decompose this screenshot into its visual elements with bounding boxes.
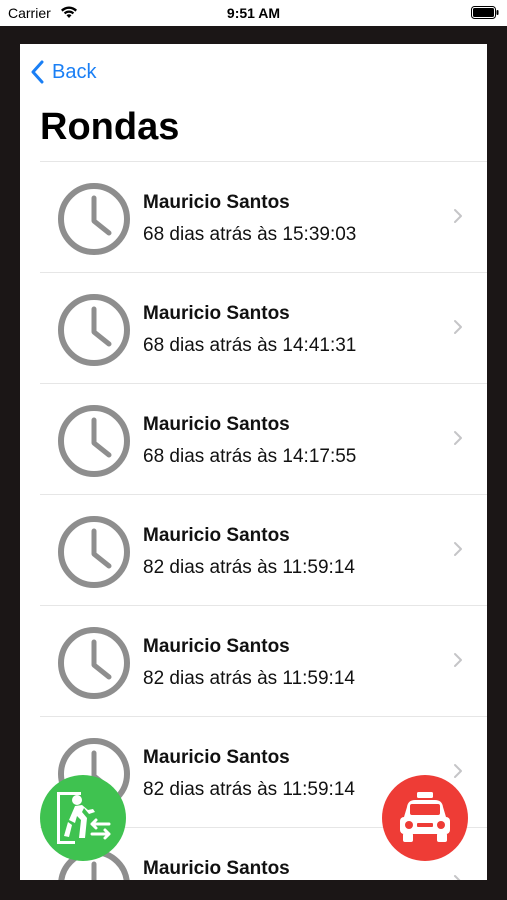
back-button[interactable]: Back	[30, 58, 96, 86]
list-item[interactable]: Mauricio Santos 82 dias atrás às 11:59:1…	[40, 495, 487, 606]
chevron-right-icon	[454, 431, 462, 445]
list-item[interactable]: Mauricio Santos 68 dias atrás às 14:17:5…	[40, 384, 487, 495]
clock-icon	[58, 516, 130, 588]
clock-icon	[58, 183, 130, 255]
row-name: Mauricio Santos	[143, 858, 290, 879]
exit-button[interactable]	[40, 775, 126, 861]
chevron-right-icon	[454, 209, 462, 223]
row-timestamp: 82 dias atrás às 11:59:14	[143, 779, 355, 800]
chevron-right-icon	[454, 875, 461, 880]
row-timestamp: 68 dias atrás às 15:39:03	[143, 224, 357, 245]
chevron-left-icon	[31, 60, 44, 84]
status-bar: Carrier 9:51 AM	[0, 0, 507, 26]
row-timestamp: 68 dias atrás às 14:17:55	[143, 446, 357, 467]
row-timestamp: 82 dias atrás às 11:59:14	[143, 557, 355, 578]
row-name: Mauricio Santos	[143, 747, 290, 768]
clock-time: 9:51 AM	[226, 5, 281, 21]
row-timestamp: 82 dias atrás às 11:59:14	[143, 668, 355, 689]
chevron-right-icon	[454, 542, 462, 556]
row-name: Mauricio Santos	[143, 525, 290, 546]
clock-icon	[58, 294, 130, 366]
row-timestamp: 68 dias atrás às 14:41:31	[143, 335, 357, 356]
car-icon	[400, 792, 450, 842]
list-item[interactable]: Mauricio Santos 82 dias atrás às 11:59:1…	[40, 606, 487, 717]
row-name: Mauricio Santos	[143, 303, 290, 324]
battery-icon	[471, 6, 499, 24]
car-button[interactable]	[382, 775, 468, 861]
chevron-right-icon	[454, 653, 462, 667]
list-item[interactable]: Mauricio Santos 68 dias atrás às 15:39:0…	[40, 162, 487, 273]
clock-icon	[58, 405, 130, 477]
chevron-right-icon	[454, 320, 462, 334]
row-name: Mauricio Santos	[143, 636, 290, 657]
chevron-right-icon	[454, 764, 462, 778]
list-item[interactable]: Mauricio Santos 68 dias atrás às 14:41:3…	[40, 273, 487, 384]
page-title: Rondas	[40, 106, 180, 148]
row-name: Mauricio Santos	[143, 192, 290, 213]
exit-walk-icon	[57, 792, 111, 844]
rondas-list: Mauricio Santos 68 dias atrás às 15:39:0…	[40, 161, 487, 880]
row-name: Mauricio Santos	[143, 414, 290, 435]
back-label: Back	[52, 60, 97, 83]
modal-sheet: Back Rondas Mauricio Santos 68 dias atrá…	[20, 44, 487, 880]
clock-icon	[58, 627, 130, 699]
